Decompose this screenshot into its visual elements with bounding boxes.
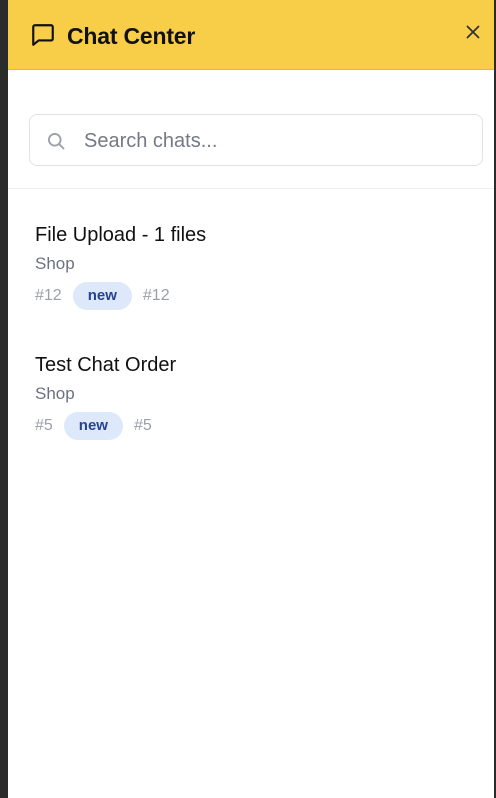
- chat-number: #12: [142, 287, 170, 304]
- chat-meta: #5 new #5: [35, 412, 152, 440]
- chat-number: #5: [133, 417, 152, 434]
- close-icon[interactable]: [462, 21, 484, 43]
- chat-center-panel: Chat Center File Upload - 1 files Shop #…: [8, 0, 494, 798]
- search-icon: [48, 133, 65, 150]
- chat-id: #5: [35, 417, 53, 434]
- chat-subtitle: Shop: [35, 384, 75, 403]
- status-badge: new: [63, 412, 123, 440]
- status-badge: new: [72, 282, 132, 310]
- chat-list-item[interactable]: Test Chat Order Shop #5 new #5: [8, 332, 494, 452]
- chat-list-item[interactable]: File Upload - 1 files Shop #12 new #12: [8, 202, 494, 322]
- chat-id: #12: [35, 287, 62, 304]
- chat-title: Test Chat Order: [35, 354, 177, 376]
- search-box: [29, 114, 483, 166]
- divider: [8, 188, 494, 189]
- search-input[interactable]: [84, 125, 464, 157]
- chat-meta: #12 new #12: [35, 282, 170, 310]
- chat-center-header: Chat Center: [8, 0, 494, 70]
- chat-subtitle: Shop: [35, 254, 75, 273]
- chat-bubble-icon: [32, 24, 54, 46]
- chat-title: File Upload - 1 files: [35, 224, 207, 246]
- page-title: Chat Center: [67, 23, 196, 49]
